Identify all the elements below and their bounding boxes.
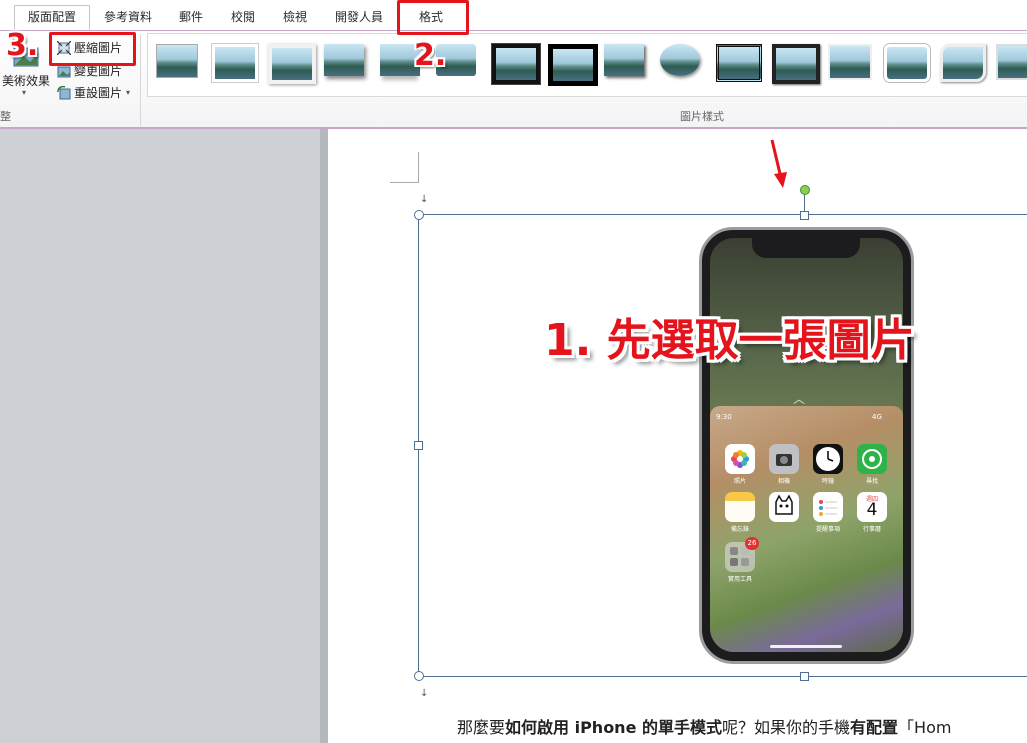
annotation-box-format-tab	[397, 0, 469, 35]
notification-badge: 26	[745, 537, 759, 550]
tab-developer[interactable]: 開發人員	[327, 6, 391, 28]
reset-picture-icon	[57, 85, 71, 100]
tab-layout[interactable]: 版面配置	[14, 5, 90, 30]
document-body-text[interactable]: 那麼要如何啟用 iPhone 的單手模式呢？如果你的手機有配置「Hom	[457, 714, 951, 738]
reset-picture-button[interactable]: 重設圖片 ▾	[57, 84, 130, 101]
tab-review[interactable]: 校閱	[222, 6, 264, 28]
app-label: 備忘錄	[730, 526, 749, 533]
calendar-app-icon: 週四 4	[857, 492, 887, 522]
adjust-group-label: 整	[0, 110, 11, 123]
margin-corner-mark	[390, 152, 419, 183]
tab-mailings[interactable]: 郵件	[170, 6, 212, 28]
chevron-down-icon[interactable]: ▾	[22, 88, 26, 97]
ribbon-tab-bar: 版面配置 參考資料 郵件 校閱 檢視 開發人員 格式	[0, 0, 1027, 31]
annotation-box-compress	[49, 32, 136, 66]
clock-app-icon	[813, 444, 843, 474]
photos-app-icon	[725, 444, 755, 474]
status-time: 9:30	[716, 413, 732, 421]
picture-style-thumb[interactable]	[548, 44, 598, 86]
notes-app-icon	[725, 492, 755, 522]
reminders-app-icon	[813, 492, 843, 522]
home-indicator	[770, 645, 842, 648]
page-edge	[320, 129, 328, 743]
app-label: 提醒事項	[815, 526, 840, 533]
picture-style-thumb[interactable]	[660, 44, 700, 76]
cat-app-icon	[769, 492, 799, 522]
annotation-step2: 2.	[414, 38, 447, 73]
chevron-up-icon: ︿	[793, 392, 806, 406]
picture-style-thumb[interactable]	[772, 44, 820, 84]
rotation-handle[interactable]	[800, 185, 810, 195]
annotation-step1: 1. 先選取一張圖片	[544, 315, 915, 366]
picture-style-thumb[interactable]	[716, 44, 762, 82]
app-label: 行事曆	[862, 526, 881, 533]
picture-styles-group-label: 圖片樣式	[680, 110, 724, 123]
document-canvas-background	[0, 129, 320, 743]
picture-style-thumb[interactable]	[492, 44, 540, 84]
picture-style-thumb[interactable]	[324, 44, 364, 76]
resize-handle-top-left[interactable]	[414, 210, 424, 220]
app-label: 照片	[733, 478, 746, 485]
calendar-day: 4	[866, 500, 878, 520]
resize-handle-left[interactable]	[414, 441, 423, 450]
tab-view[interactable]: 檢視	[274, 6, 316, 28]
resize-handle-top[interactable]	[800, 211, 809, 220]
anchor-arrow-icon: ↓	[420, 194, 429, 205]
tab-references[interactable]: 參考資料	[95, 6, 161, 28]
annotation-arrow-icon	[770, 139, 787, 188]
ribbon-separator	[140, 34, 141, 126]
picture-style-thumb[interactable]	[156, 44, 198, 78]
picture-style-thumb[interactable]	[940, 44, 986, 82]
app-label: 實用工具	[727, 576, 752, 583]
picture-style-thumb[interactable]	[268, 44, 316, 84]
picture-style-thumb[interactable]	[604, 44, 644, 76]
resize-handle-bottom-left[interactable]	[414, 671, 424, 681]
app-label: 尋找	[865, 478, 878, 485]
find-my-app-icon	[857, 444, 887, 474]
chevron-down-icon[interactable]: ▾	[126, 88, 130, 97]
camera-app-icon	[769, 444, 799, 474]
app-label: 時鐘	[821, 478, 834, 485]
status-signal: 4G	[872, 413, 882, 421]
anchor-arrow-icon: ↓	[420, 688, 429, 699]
resize-handle-bottom[interactable]	[800, 672, 809, 681]
picture-style-thumb[interactable]	[828, 44, 872, 80]
phone-notch	[752, 238, 860, 258]
reset-picture-label: 重設圖片	[74, 86, 123, 100]
app-label: 相機	[777, 478, 790, 485]
picture-style-thumb[interactable]	[884, 44, 930, 82]
picture-style-thumb[interactable]	[212, 44, 258, 82]
artistic-effects-label[interactable]: 美術效果	[2, 72, 50, 89]
picture-styles-gallery	[147, 33, 1027, 97]
picture-style-thumb[interactable]	[996, 44, 1027, 80]
annotation-step3: 3.	[6, 28, 39, 63]
